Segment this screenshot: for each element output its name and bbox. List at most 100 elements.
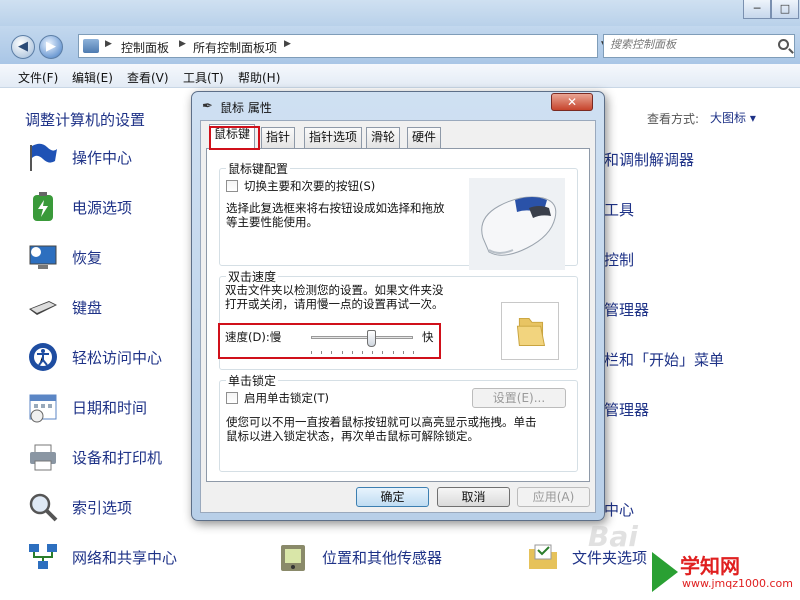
slider-tick <box>392 351 394 354</box>
cp-item-label: 网络和共享中心 <box>72 549 178 567</box>
slider-tick <box>402 351 404 354</box>
printer-icon <box>30 444 56 471</box>
view-by-label: 查看方式: <box>647 112 700 126</box>
group-title: 鼠标键配置 <box>226 160 291 177</box>
logo-text: 学知网 <box>680 554 740 578</box>
network-icon <box>29 544 57 569</box>
minimize-button[interactable]: ─ <box>743 0 771 19</box>
flag-icon <box>30 143 57 171</box>
speed-slider-track[interactable] <box>311 336 413 339</box>
control-panel-icon <box>83 39 99 53</box>
cp-item-label: 设备和打印机 <box>72 449 163 467</box>
slider-tick <box>341 351 343 354</box>
slider-tick <box>351 351 353 354</box>
tab-pointers[interactable]: 指针 <box>261 127 296 148</box>
window-titlebar: ─ □ <box>0 0 800 26</box>
breadcrumb-arrow-icon[interactable]: ▶ <box>105 39 112 49</box>
clicklock-label[interactable]: 启用单击锁定(T) <box>244 391 329 405</box>
slider-tick <box>372 351 374 354</box>
dialog-title: 鼠标 属性 <box>220 101 272 115</box>
clicklock-description-line1: 使您可以不用一直按着鼠标按钮就可以高亮显示或拖拽。单击 <box>226 415 537 429</box>
slider-tick <box>413 351 414 354</box>
switch-buttons-checkbox[interactable] <box>226 180 238 192</box>
magnifier-icon <box>29 493 58 522</box>
tab-wheel[interactable]: 滑轮 <box>366 127 401 148</box>
breadcrumb-arrow-icon[interactable]: ▶ <box>284 39 291 49</box>
maximize-button[interactable]: □ <box>771 0 799 19</box>
tab-buttons[interactable]: 鼠标键 <box>209 124 256 149</box>
search-input[interactable] <box>610 38 770 51</box>
menu-tools[interactable]: 工具(T) <box>183 69 224 86</box>
address-toolbar: ◀ ▶ ▶ 控制面板 ▶ 所有控制面板项 ▶ ▼ ↻ <box>0 26 800 64</box>
menu-edit[interactable]: 编辑(E) <box>72 69 113 86</box>
cp-item-label: 索引选项 <box>72 499 133 517</box>
battery-icon <box>33 192 53 221</box>
mouse-properties-dialog: ✒ 鼠标 属性 ✕ 鼠标键 指针 指针选项 滑轮 硬件 鼠标键配置 切换主要和次… <box>191 91 605 521</box>
site-logo: 学知网 www.jmqz1000.com <box>650 546 800 600</box>
slider-tick <box>321 351 323 354</box>
clicklock-settings-button[interactable]: 设置(E)... <box>472 388 566 408</box>
breadcrumb-all-items[interactable]: 所有控制面板项 <box>193 39 277 56</box>
group-title: 单击锁定 <box>226 372 279 389</box>
slider-tick <box>362 351 363 354</box>
mouse-pointer-icon: ✒ <box>202 99 213 114</box>
logo-url: www.jmqz1000.com <box>682 577 793 590</box>
breadcrumb-control-panel[interactable]: 控制面板 <box>121 39 169 56</box>
recovery-monitor-icon <box>29 245 57 269</box>
cp-item-controls[interactable]: 控制 <box>604 249 634 270</box>
accessibility-icon <box>29 343 57 371</box>
mouse-image <box>469 178 565 270</box>
cp-item-manager-2[interactable]: 管理器 <box>604 399 649 420</box>
clicklock-checkbox[interactable] <box>226 392 238 404</box>
switch-buttons-label[interactable]: 切换主要和次要的按钮(S) <box>244 179 375 193</box>
group-clicklock: 单击锁定 启用单击锁定(T) 设置(E)... 使您可以不用一直按着鼠标按钮就可… <box>219 372 578 472</box>
cp-item-taskbar-start[interactable]: 栏和「开始」菜单 <box>604 349 724 370</box>
cancel-button[interactable]: 取消 <box>437 487 510 507</box>
cp-item-label: 轻松访问中心 <box>72 349 163 367</box>
group-double-click: 双击速度 双击文件夹以检测您的设置。如果文件夹没 打开或关闭，请用慢一点的设置再… <box>218 268 578 370</box>
menu-file[interactable]: 文件(F) <box>18 69 58 86</box>
baidu-watermark: Bai <box>588 520 638 553</box>
button-config-description-line2: 等主要性能使用。 <box>226 215 318 229</box>
ok-button[interactable]: 确定 <box>356 487 429 507</box>
cp-item-label: 键盘 <box>72 299 103 317</box>
close-button[interactable]: ✕ <box>551 93 593 111</box>
cp-item-label: 日期和时间 <box>72 399 148 417</box>
address-box[interactable]: ▶ 控制面板 ▶ 所有控制面板项 ▶ ▼ ↻ <box>78 34 644 58</box>
group-button-config: 鼠标键配置 切换主要和次要的按钮(S) 选择此复选框来将右按钮设成如选择和拖放 … <box>219 160 578 270</box>
cp-item-admin-tools[interactable]: 工具 <box>604 199 634 220</box>
sensor-device-icon <box>281 545 305 571</box>
folder-options-icon <box>529 544 557 569</box>
menu-view[interactable]: 查看(V) <box>127 69 169 86</box>
calendar-icon <box>29 394 57 423</box>
clicklock-description-line2: 鼠标以进入锁定状态，再次单击鼠标可解除锁定。 <box>226 429 479 443</box>
view-by-dropdown[interactable]: 大图标 ▾ <box>710 109 756 126</box>
speed-slider-thumb[interactable] <box>367 330 377 347</box>
tab-pointer-options[interactable]: 指针选项 <box>304 127 363 148</box>
page-title: 调整计算机的设置 <box>25 111 146 129</box>
cp-item-manager-1[interactable]: 管理器 <box>604 299 649 320</box>
tab-hardware[interactable]: 硬件 <box>407 127 442 148</box>
test-folder-icon[interactable] <box>501 302 559 360</box>
slider-tick <box>382 351 384 354</box>
logo-triangle-icon <box>652 552 678 592</box>
breadcrumb-arrow-icon[interactable]: ▶ <box>179 39 186 49</box>
cp-item-label: 电源选项 <box>72 199 133 217</box>
menu-help[interactable]: 帮助(H) <box>238 69 280 86</box>
button-config-description-line1: 选择此复选框来将右按钮设成如选择和拖放 <box>226 201 445 215</box>
slider-tick <box>331 351 333 354</box>
menu-bar: 文件(F) 编辑(E) 查看(V) 工具(T) 帮助(H) <box>0 64 800 88</box>
cp-item-phone-modem[interactable]: 和调制解调器 <box>604 149 694 170</box>
speed-fast-label: 快 <box>422 330 434 344</box>
cp-item-center[interactable]: 中心 <box>604 499 634 520</box>
keyboard-icon <box>29 301 57 315</box>
forward-button[interactable]: ▶ <box>39 35 63 59</box>
search-icon[interactable] <box>778 39 789 50</box>
back-button[interactable]: ◀ <box>11 35 35 59</box>
slider-tick <box>311 351 312 354</box>
dialog-body: 鼠标键 指针 指针选项 滑轮 硬件 鼠标键配置 切换主要和次要的按钮(S) 选择… <box>200 120 596 513</box>
search-box[interactable] <box>603 34 795 58</box>
apply-button[interactable]: 应用(A) <box>517 487 590 507</box>
cp-item-label: 位置和其他传感器 <box>322 549 443 567</box>
double-click-description-line1: 双击文件夹以检测您的设置。如果文件夹没 <box>225 283 444 297</box>
